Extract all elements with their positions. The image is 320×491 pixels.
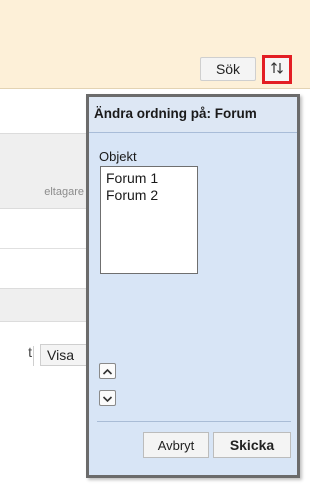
items-listbox[interactable]: Forum 1 Forum 2 bbox=[100, 166, 198, 274]
move-down-button[interactable] bbox=[99, 390, 116, 406]
dialog-title: Ändra ordning på: Forum bbox=[94, 106, 257, 121]
chevron-down-icon bbox=[102, 391, 113, 406]
list-item[interactable]: Forum 2 bbox=[106, 187, 197, 204]
dialog-footer-divider bbox=[97, 421, 291, 422]
cancel-button[interactable]: Avbryt bbox=[143, 432, 209, 458]
items-list-label: Objekt bbox=[99, 149, 137, 164]
background-band bbox=[0, 288, 88, 322]
search-button[interactable]: Sök bbox=[200, 57, 256, 81]
submit-button[interactable]: Skicka bbox=[213, 432, 291, 458]
reorder-button[interactable] bbox=[262, 55, 292, 84]
column-header-participants: eltagare bbox=[44, 186, 84, 198]
background-text-fragment: t bbox=[28, 344, 32, 360]
top-toolbar: Sök bbox=[0, 0, 310, 89]
row-divider bbox=[0, 248, 88, 249]
list-item[interactable]: Forum 1 bbox=[106, 170, 197, 187]
chevron-up-icon bbox=[102, 364, 113, 379]
reorder-dialog: Ändra ordning på: Forum Objekt Forum 1 F… bbox=[86, 94, 300, 478]
move-up-button[interactable] bbox=[99, 363, 116, 379]
separator bbox=[33, 346, 34, 366]
dialog-title-bar: Ändra ordning på: Forum bbox=[89, 97, 297, 133]
visa-button[interactable]: Visa bbox=[40, 344, 88, 366]
sort-arrows-icon bbox=[269, 60, 285, 79]
